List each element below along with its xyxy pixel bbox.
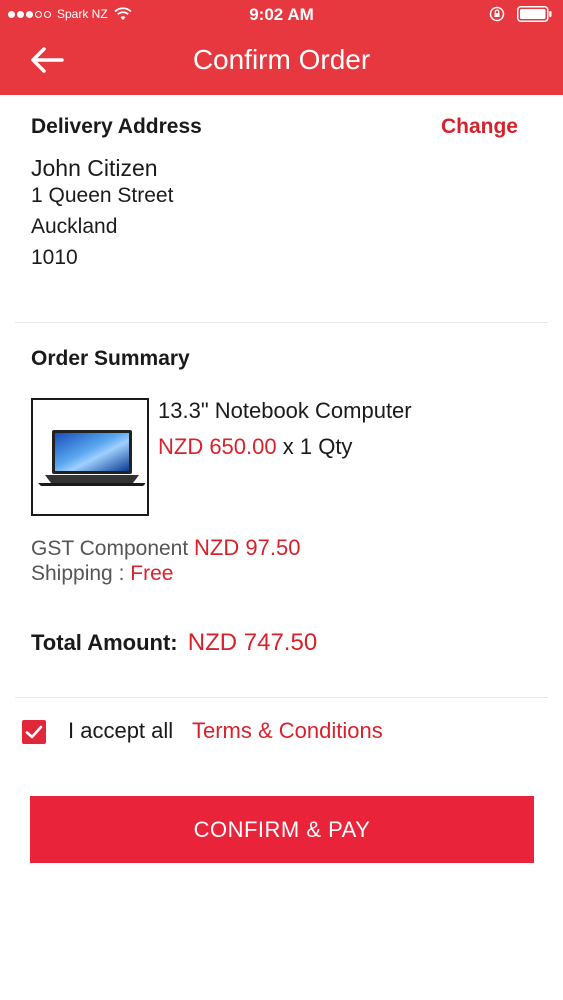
address-city: Auckland (31, 215, 118, 238)
change-address-link[interactable]: Change (441, 115, 518, 139)
gst-value: NZD 97.50 (194, 535, 301, 560)
top-bar: Spark NZ 9:02 AM Confirm Order (0, 0, 563, 95)
rotation-lock-icon (489, 6, 505, 22)
recipient-name: John Citizen (31, 155, 158, 181)
product-thumbnail (31, 398, 149, 516)
gst-line: GST Component NZD 97.50 (31, 535, 300, 561)
delivery-address-title: Delivery Address (31, 115, 202, 138)
total-label: Total Amount: (31, 630, 178, 655)
product-name: 13.3" Notebook Computer (158, 398, 412, 423)
confirm-order-screen: Spark NZ 9:02 AM Confirm Order Delivery … (0, 0, 563, 1000)
shipping-value: Free (130, 562, 174, 585)
battery-icon (517, 6, 552, 22)
product-price: NZD 650.00 (158, 434, 277, 459)
order-summary-title: Order Summary (31, 347, 190, 370)
total-value: NZD 747.50 (187, 629, 318, 656)
terms-conditions-link[interactable]: Terms & Conditions (192, 718, 383, 744)
shipping-label: Shipping : (31, 562, 125, 585)
address-postcode: 1010 (31, 246, 78, 269)
checkmark-icon (25, 725, 43, 739)
page-title: Confirm Order (192, 44, 371, 75)
total-line: Total Amount: NZD 747.50 (31, 629, 317, 657)
confirm-pay-button[interactable]: CONFIRM & PAY (30, 796, 534, 863)
divider (15, 697, 548, 698)
header-bar: Confirm Order (0, 30, 563, 95)
address-street: 1 Queen Street (31, 184, 174, 207)
terms-checkbox[interactable] (22, 720, 46, 744)
shipping-line: Shipping : Free (31, 562, 173, 586)
divider (15, 322, 548, 323)
laptop-image (38, 430, 145, 486)
price-line: NZD 650.00 x 1 Qty (158, 434, 352, 460)
status-bar: Spark NZ 9:02 AM (0, 0, 563, 30)
status-time: 9:02 AM (249, 5, 314, 24)
product-qty: x 1 Qty (282, 434, 353, 459)
gst-label: GST Component (31, 537, 189, 560)
status-right (489, 6, 553, 22)
terms-text: I accept all (68, 718, 174, 743)
